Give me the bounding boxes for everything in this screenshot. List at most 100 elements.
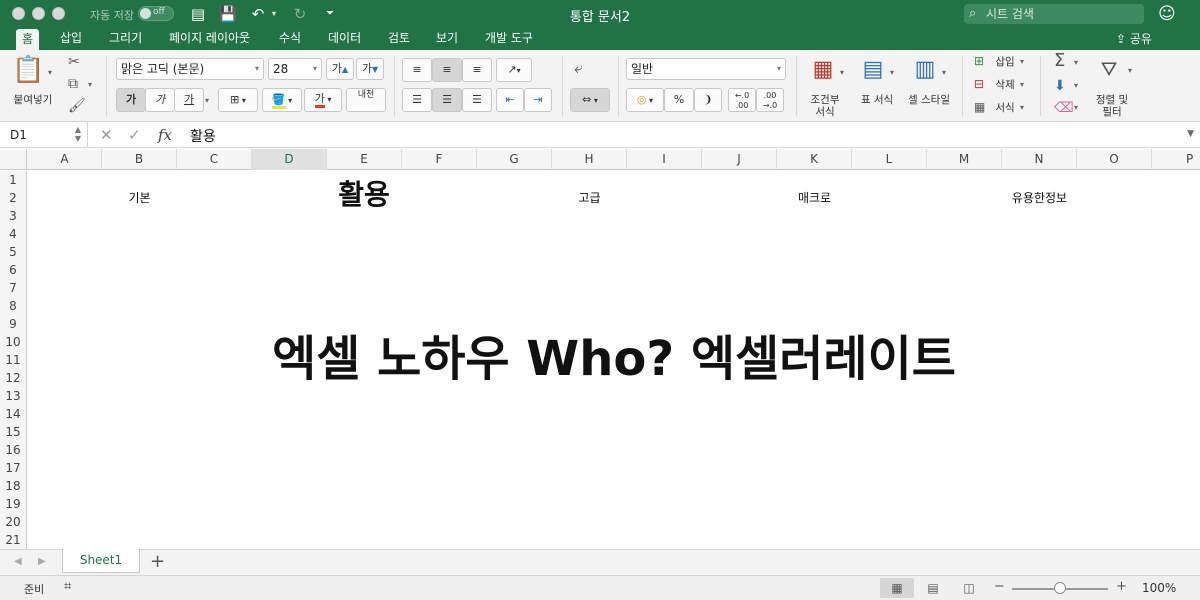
row-header[interactable]: 8 [0,297,26,315]
format-cells-icon[interactable]: ▦ [974,99,985,115]
increase-indent-button[interactable]: ⇥ [524,88,552,112]
align-bottom-button[interactable]: ≡ [462,58,492,82]
row-header[interactable]: 1 [0,171,26,189]
insert-cells-icon[interactable]: ⊞ [974,53,984,69]
zoom-out-icon[interactable]: − [994,579,1005,594]
cell-h2[interactable]: 고급 [552,189,627,206]
add-sheet-button[interactable]: + [150,552,165,572]
column-header-a[interactable]: A [28,149,102,170]
column-header-g[interactable]: G [477,149,552,170]
worksheet-grid[interactable]: 기본 활용 고급 매크로 유용한정보 엑셀 노하우 Who? 엑셀러레이트 [28,171,1200,549]
cut-icon[interactable]: ✂ [68,54,80,70]
align-center-button[interactable]: ☰ [432,88,462,112]
tab-developer[interactable]: 개발 도구 [479,28,539,50]
row-header[interactable]: 18 [0,477,26,495]
sort-filter-icon[interactable]: ⛛ [1092,58,1126,80]
macro-record-icon[interactable]: ⌗ [64,579,71,594]
tab-draw[interactable]: 그리기 [103,28,148,50]
page-break-view-button[interactable]: ◫ [952,578,986,598]
feedback-smiley-icon[interactable]: ☺ [1158,4,1176,24]
minimize-window-button[interactable] [32,7,45,20]
row-header[interactable]: 11 [0,351,26,369]
headline-cell[interactable]: 엑셀 노하우 Who? 엑셀러레이트 [28,329,1200,389]
undo-icon[interactable]: ↶ [248,4,268,24]
row-header[interactable]: 2 [0,189,26,207]
border-button[interactable]: ⊞ ▾ [218,88,258,112]
clear-eraser-icon[interactable]: ⌫ [1054,100,1074,116]
column-header-d[interactable]: D [252,149,327,170]
row-header[interactable]: 12 [0,369,26,387]
share-button[interactable]: ⇪ 공유 [1116,29,1152,49]
shrink-font-button[interactable]: 가▼ [356,58,384,80]
delete-dropdown-icon[interactable]: ▾ [1020,80,1024,89]
fill-icon[interactable]: ⬇ [1054,78,1066,94]
tab-data[interactable]: 데이터 [322,28,367,50]
fill-dropdown-icon[interactable]: ▾ [1074,81,1078,90]
column-header-i[interactable]: I [627,149,702,170]
copy-dropdown-icon[interactable]: ▾ [88,80,92,89]
previous-sheet-icon[interactable]: ◀ [14,556,22,567]
tab-page-layout[interactable]: 페이지 레이아웃 [163,28,256,50]
zoom-level[interactable]: 100% [1142,581,1176,595]
column-header-e[interactable]: E [327,149,402,170]
format-as-table-icon[interactable]: ▤ [858,58,888,82]
cell-style-icon[interactable]: ▥ [910,58,940,82]
close-window-button[interactable] [12,7,25,20]
row-header[interactable]: 21 [0,531,26,549]
customize-toolbar-icon[interactable]: ⏷ [324,4,336,24]
column-header-n[interactable]: N [1002,149,1077,170]
phonetic-button[interactable]: 내천 [346,88,386,112]
column-header-j[interactable]: J [702,149,777,170]
column-header-f[interactable]: F [402,149,477,170]
name-box[interactable]: D1 ▲ ▼ [0,122,88,148]
autosave-toggle[interactable]: off [138,6,174,21]
tab-formulas[interactable]: 수식 [273,28,307,50]
tab-review[interactable]: 검토 [382,28,416,50]
decrease-indent-button[interactable]: ⇤ [496,88,524,112]
save-icon[interactable]: 💾 [218,4,238,24]
sidebar-toggle-icon[interactable]: ▤ [188,4,208,24]
column-header-k[interactable]: K [777,149,852,170]
row-header[interactable]: 15 [0,423,26,441]
name-box-spinner-icon[interactable]: ▲ ▼ [75,125,81,143]
conditional-format-icon[interactable]: ▦ [808,58,838,82]
row-header[interactable]: 20 [0,513,26,531]
cell-d2-merged[interactable]: 활용 [252,178,476,212]
sort-filter-dropdown-icon[interactable]: ▾ [1128,66,1132,75]
row-header[interactable]: 16 [0,441,26,459]
table-format-dropdown-icon[interactable]: ▾ [890,68,894,77]
currency-button[interactable]: ◎ ▾ [626,88,664,112]
normal-view-button[interactable]: ▦ [880,578,914,598]
align-left-button[interactable]: ☰ [402,88,432,112]
column-header-b[interactable]: B [102,149,177,170]
clear-dropdown-icon[interactable]: ▾ [1074,103,1078,112]
row-header[interactable]: 14 [0,405,26,423]
cell-k2[interactable]: 매크로 [777,189,852,206]
wrap-text-icon[interactable]: ⤶ [574,60,583,76]
tab-view[interactable]: 보기 [430,28,464,50]
paste-dropdown-icon[interactable]: ▾ [48,68,52,77]
tab-home[interactable]: 홈 [16,29,40,50]
format-dropdown-icon[interactable]: ▾ [1020,103,1024,112]
align-top-button[interactable]: ≡ [402,58,432,82]
formula-input[interactable]: 활용 [190,126,216,146]
copy-icon[interactable]: ⧉ [68,76,78,92]
sheet-tab-sheet1[interactable]: Sheet1 [62,549,140,573]
confirm-entry-icon[interactable]: ✓ [128,126,141,144]
select-all-corner[interactable] [0,149,27,170]
column-header-c[interactable]: C [177,149,252,170]
tab-insert[interactable]: 삽입 [54,28,88,50]
row-header[interactable]: 6 [0,261,26,279]
align-right-button[interactable]: ☰ [462,88,492,112]
font-color-button[interactable]: 가 ▾ [304,88,342,112]
row-header[interactable]: 7 [0,279,26,297]
orientation-button[interactable]: ↗▾ [496,58,532,82]
format-painter-icon[interactable]: 🖌 [68,98,86,114]
row-header[interactable]: 5 [0,243,26,261]
delete-cells-icon[interactable]: ⊟ [974,76,984,92]
zoom-slider-handle[interactable] [1054,582,1066,594]
cell-n2[interactable]: 유용한정보 [1002,189,1077,206]
row-header[interactable]: 17 [0,459,26,477]
italic-button[interactable]: 가 [145,88,175,112]
paste-icon[interactable]: 📋 [12,56,44,84]
